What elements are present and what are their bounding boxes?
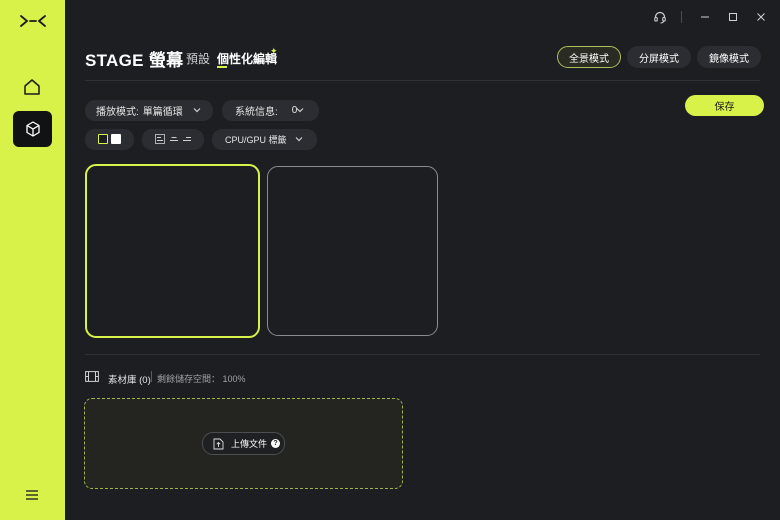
color-picker[interactable] [85, 129, 134, 150]
tab-active-indicator [217, 66, 227, 68]
menu-icon [26, 490, 38, 500]
save-button[interactable]: 保存 [685, 95, 764, 116]
mode-split-button[interactable]: 分屏模式 [627, 46, 691, 68]
mode-mirror-button[interactable]: 鏡像模式 [697, 46, 761, 68]
library-title: 素材庫 (0) [108, 375, 151, 386]
align-left-icon[interactable] [155, 134, 165, 144]
cpu-gpu-label: CPU/GPU 標籤 [225, 135, 287, 145]
align-center-icon[interactable] [169, 134, 179, 144]
playback-mode-value: 單篇循環 [142, 107, 183, 118]
tab-preset[interactable]: 預設 [186, 50, 210, 67]
playback-mode-label: 播放模式: [96, 107, 139, 118]
tab-custom-edit[interactable]: 個性化編輯 [217, 50, 277, 67]
system-info-label: 系統信息: [235, 107, 278, 118]
upload-button[interactable]: 上傳文件 ? [202, 432, 285, 455]
chevron-down-icon [193, 108, 201, 113]
nav-home-button[interactable] [19, 74, 45, 100]
filmstrip-icon [85, 371, 99, 382]
system-info-select[interactable]: 系統信息: 0 [222, 100, 319, 121]
minimize-button[interactable] [696, 8, 714, 26]
header-divider [85, 80, 760, 81]
logo-icon [18, 12, 48, 30]
stage-canvas-2[interactable] [267, 166, 438, 336]
library-divider [85, 354, 760, 355]
sparkle-icon: ✦ [270, 46, 278, 56]
cube-icon [25, 121, 40, 137]
minimize-icon [701, 16, 709, 18]
chevron-down-icon [295, 137, 303, 142]
library-separator [151, 371, 152, 382]
nav-stage-button[interactable] [13, 111, 52, 147]
chevron-down-icon [296, 108, 304, 113]
close-button[interactable] [752, 8, 770, 26]
text-align-group [142, 129, 204, 150]
background-color-swatch[interactable] [111, 134, 121, 144]
window-separator [681, 11, 682, 23]
home-icon [24, 79, 40, 95]
mode-panorama-button[interactable]: 全景模式 [557, 46, 621, 68]
menu-button[interactable] [22, 486, 42, 504]
upload-icon [213, 438, 224, 449]
upload-label: 上傳文件 [231, 439, 268, 449]
storage-remaining: 剩餘儲存空間： 100% [157, 374, 246, 384]
close-icon [757, 13, 765, 21]
page-title: STAGE 螢幕 [85, 51, 184, 70]
help-icon[interactable]: ? [271, 439, 281, 448]
align-right-icon[interactable] [182, 134, 192, 144]
foreground-color-swatch[interactable] [98, 134, 108, 144]
sidebar [0, 0, 65, 520]
stage-canvas-1[interactable] [85, 164, 260, 338]
maximize-icon [729, 13, 737, 21]
playback-mode-select[interactable]: 播放模式: 單篇循環 [85, 100, 213, 121]
maximize-button[interactable] [724, 8, 742, 26]
cpu-gpu-label-select[interactable]: CPU/GPU 標籤 [212, 129, 317, 150]
headset-icon [654, 11, 666, 24]
support-button[interactable] [651, 8, 669, 26]
